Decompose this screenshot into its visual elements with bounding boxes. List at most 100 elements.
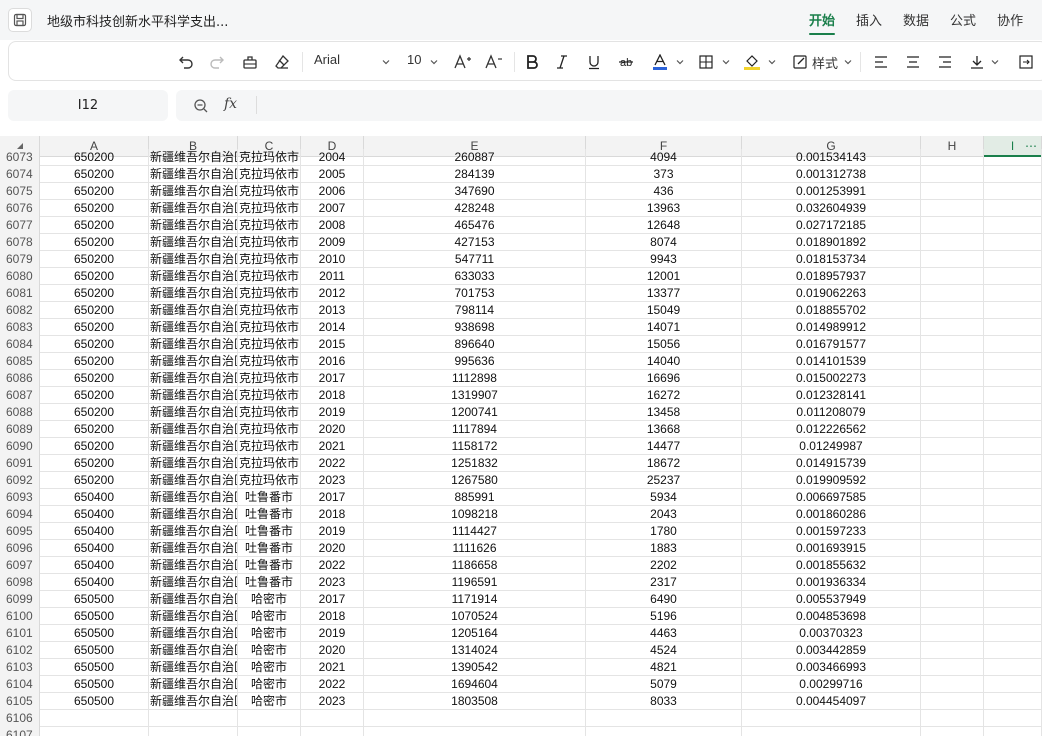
cell-a[interactable]: 650400 bbox=[40, 489, 149, 506]
cell-i[interactable] bbox=[984, 234, 1042, 251]
cell-i[interactable] bbox=[984, 625, 1042, 642]
cell-d[interactable]: 2019 bbox=[301, 625, 364, 642]
menu-insert[interactable]: 插入 bbox=[856, 10, 882, 29]
cell-g[interactable]: 0.006697585 bbox=[742, 489, 921, 506]
cell-b[interactable]: 新疆维吾尔自治区 bbox=[149, 438, 238, 455]
cell-b[interactable]: 新疆维吾尔自治区 bbox=[149, 591, 238, 608]
cell-e[interactable]: 701753 bbox=[364, 285, 586, 302]
cell-f[interactable]: 4821 bbox=[586, 659, 742, 676]
cell-b[interactable]: 新疆维吾尔自治区 bbox=[149, 557, 238, 574]
chevron-down-icon[interactable] bbox=[720, 50, 732, 74]
cell-d[interactable]: 2011 bbox=[301, 268, 364, 285]
row-header[interactable]: 6098 bbox=[0, 574, 40, 591]
row-header[interactable]: 6074 bbox=[0, 166, 40, 183]
cell-g[interactable]: 0.019062263 bbox=[742, 285, 921, 302]
cell-f[interactable]: 14071 bbox=[586, 319, 742, 336]
cell-f[interactable]: 8033 bbox=[586, 693, 742, 710]
row-header[interactable]: 6093 bbox=[0, 489, 40, 506]
cell-d[interactable]: 2020 bbox=[301, 421, 364, 438]
cell-d[interactable]: 2020 bbox=[301, 642, 364, 659]
cell-a[interactable]: 650400 bbox=[40, 557, 149, 574]
redo-icon[interactable] bbox=[206, 50, 228, 74]
cell-h[interactable] bbox=[921, 217, 984, 234]
row-header[interactable]: 6075 bbox=[0, 183, 40, 200]
cell-a[interactable]: 650400 bbox=[40, 574, 149, 591]
cell-a[interactable]: 650200 bbox=[40, 404, 149, 421]
cell-i[interactable] bbox=[984, 489, 1042, 506]
cell-d[interactable]: 2019 bbox=[301, 404, 364, 421]
cell-b[interactable]: 新疆维吾尔自治区 bbox=[149, 251, 238, 268]
cell-a[interactable]: 650500 bbox=[40, 591, 149, 608]
cell-e[interactable]: 1251832 bbox=[364, 455, 586, 472]
cell-h[interactable] bbox=[921, 727, 984, 736]
cell-i[interactable] bbox=[984, 506, 1042, 523]
cell-b[interactable]: 新疆维吾尔自治区 bbox=[149, 523, 238, 540]
cell-d[interactable]: 2018 bbox=[301, 506, 364, 523]
cell-a[interactable]: 650200 bbox=[40, 472, 149, 489]
cell-i[interactable] bbox=[984, 438, 1042, 455]
cell-e[interactable]: 885991 bbox=[364, 489, 586, 506]
cell-d[interactable]: 2014 bbox=[301, 319, 364, 336]
cell-a[interactable]: 650200 bbox=[40, 166, 149, 183]
cell-e[interactable]: 1186658 bbox=[364, 557, 586, 574]
cell-e[interactable]: 1267580 bbox=[364, 472, 586, 489]
cell-i[interactable] bbox=[984, 268, 1042, 285]
cell-a[interactable] bbox=[40, 710, 149, 727]
cell-h[interactable] bbox=[921, 166, 984, 183]
row-header[interactable]: 6084 bbox=[0, 336, 40, 353]
cell-e[interactable]: 896640 bbox=[364, 336, 586, 353]
cell-e[interactable]: 1158172 bbox=[364, 438, 586, 455]
cell-f[interactable]: 2317 bbox=[586, 574, 742, 591]
cell-d[interactable]: 2006 bbox=[301, 183, 364, 200]
cell-i[interactable] bbox=[984, 591, 1042, 608]
row-header[interactable]: 6090 bbox=[0, 438, 40, 455]
cell-e[interactable]: 1117894 bbox=[364, 421, 586, 438]
cell-i[interactable] bbox=[984, 183, 1042, 200]
cell-i[interactable] bbox=[984, 574, 1042, 591]
cell-g[interactable]: 0.001312738 bbox=[742, 166, 921, 183]
cell-f[interactable]: 18672 bbox=[586, 455, 742, 472]
cell-a[interactable]: 650200 bbox=[40, 438, 149, 455]
cell-b[interactable]: 新疆维吾尔自治区 bbox=[149, 200, 238, 217]
cell-g[interactable]: 0.016791577 bbox=[742, 336, 921, 353]
cell-e[interactable]: 798114 bbox=[364, 302, 586, 319]
cell-f[interactable]: 5079 bbox=[586, 676, 742, 693]
row-header[interactable]: 6104 bbox=[0, 676, 40, 693]
cell-i[interactable] bbox=[984, 336, 1042, 353]
cell-b[interactable]: 新疆维吾尔自治区 bbox=[149, 149, 238, 166]
cell-c[interactable]: 吐鲁番市 bbox=[238, 523, 301, 540]
cell-d[interactable]: 2018 bbox=[301, 387, 364, 404]
cell-h[interactable] bbox=[921, 234, 984, 251]
cell-c[interactable]: 哈密市 bbox=[238, 676, 301, 693]
name-box[interactable]: I12 bbox=[8, 90, 168, 121]
cell-f[interactable] bbox=[586, 727, 742, 736]
cell-i[interactable] bbox=[984, 472, 1042, 489]
cell-a[interactable]: 650200 bbox=[40, 149, 149, 166]
cell-d[interactable]: 2020 bbox=[301, 540, 364, 557]
align-center-icon[interactable] bbox=[902, 50, 924, 74]
cell-b[interactable] bbox=[149, 727, 238, 736]
cell-a[interactable]: 650200 bbox=[40, 387, 149, 404]
cell-c[interactable]: 吐鲁番市 bbox=[238, 557, 301, 574]
chevron-down-icon[interactable] bbox=[380, 50, 392, 74]
cell-i[interactable] bbox=[984, 370, 1042, 387]
cell-i[interactable] bbox=[984, 217, 1042, 234]
cell-h[interactable] bbox=[921, 472, 984, 489]
cell-h[interactable] bbox=[921, 642, 984, 659]
cell-c[interactable]: 克拉玛依市 bbox=[238, 438, 301, 455]
cell-h[interactable] bbox=[921, 523, 984, 540]
cell-i[interactable] bbox=[984, 659, 1042, 676]
cell-c[interactable]: 哈密市 bbox=[238, 625, 301, 642]
cell-e[interactable]: 1803508 bbox=[364, 693, 586, 710]
row-header[interactable]: 6073 bbox=[0, 149, 40, 166]
row-header[interactable]: 6101 bbox=[0, 625, 40, 642]
zoom-out-icon[interactable] bbox=[190, 94, 212, 118]
cell-b[interactable]: 新疆维吾尔自治区 bbox=[149, 183, 238, 200]
cell-b[interactable]: 新疆维吾尔自治区 bbox=[149, 234, 238, 251]
cell-h[interactable] bbox=[921, 302, 984, 319]
cell-b[interactable]: 新疆维吾尔自治区 bbox=[149, 472, 238, 489]
cell-e[interactable]: 995636 bbox=[364, 353, 586, 370]
cell-d[interactable]: 2023 bbox=[301, 693, 364, 710]
cell-c[interactable]: 克拉玛依市 bbox=[238, 319, 301, 336]
cell-i[interactable] bbox=[984, 642, 1042, 659]
